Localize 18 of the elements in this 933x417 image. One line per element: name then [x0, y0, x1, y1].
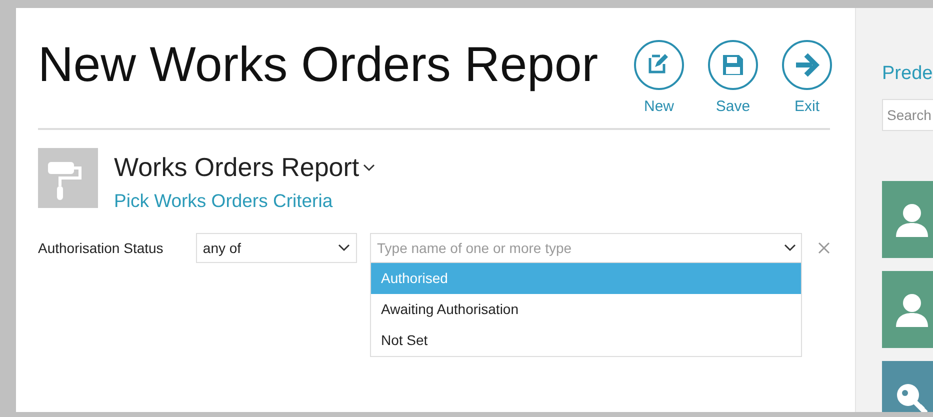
tile[interactable] — [882, 180, 933, 258]
search-field[interactable]: Search — [882, 98, 933, 130]
close-icon — [818, 242, 830, 254]
panel-title: Prede — [882, 62, 933, 86]
report-title: Works Orders Report — [114, 151, 360, 184]
caret-icon[interactable] — [784, 244, 796, 252]
caret-icon[interactable] — [363, 164, 376, 172]
key-icon — [894, 381, 930, 412]
caret-icon — [338, 244, 350, 252]
criteria-link[interactable]: Pick Works Orders Criteria — [114, 190, 333, 211]
tile[interactable] — [882, 270, 933, 348]
person-icon — [894, 291, 930, 327]
dropdown-option[interactable]: Authorised — [371, 263, 801, 294]
type-field[interactable]: Type name of one or more type — [370, 233, 802, 263]
page-title: New Works Orders Repor — [38, 39, 598, 93]
person-icon — [894, 201, 930, 237]
operator-select[interactable]: any of — [196, 233, 357, 263]
filter-label: Authorisation Status — [38, 239, 164, 258]
